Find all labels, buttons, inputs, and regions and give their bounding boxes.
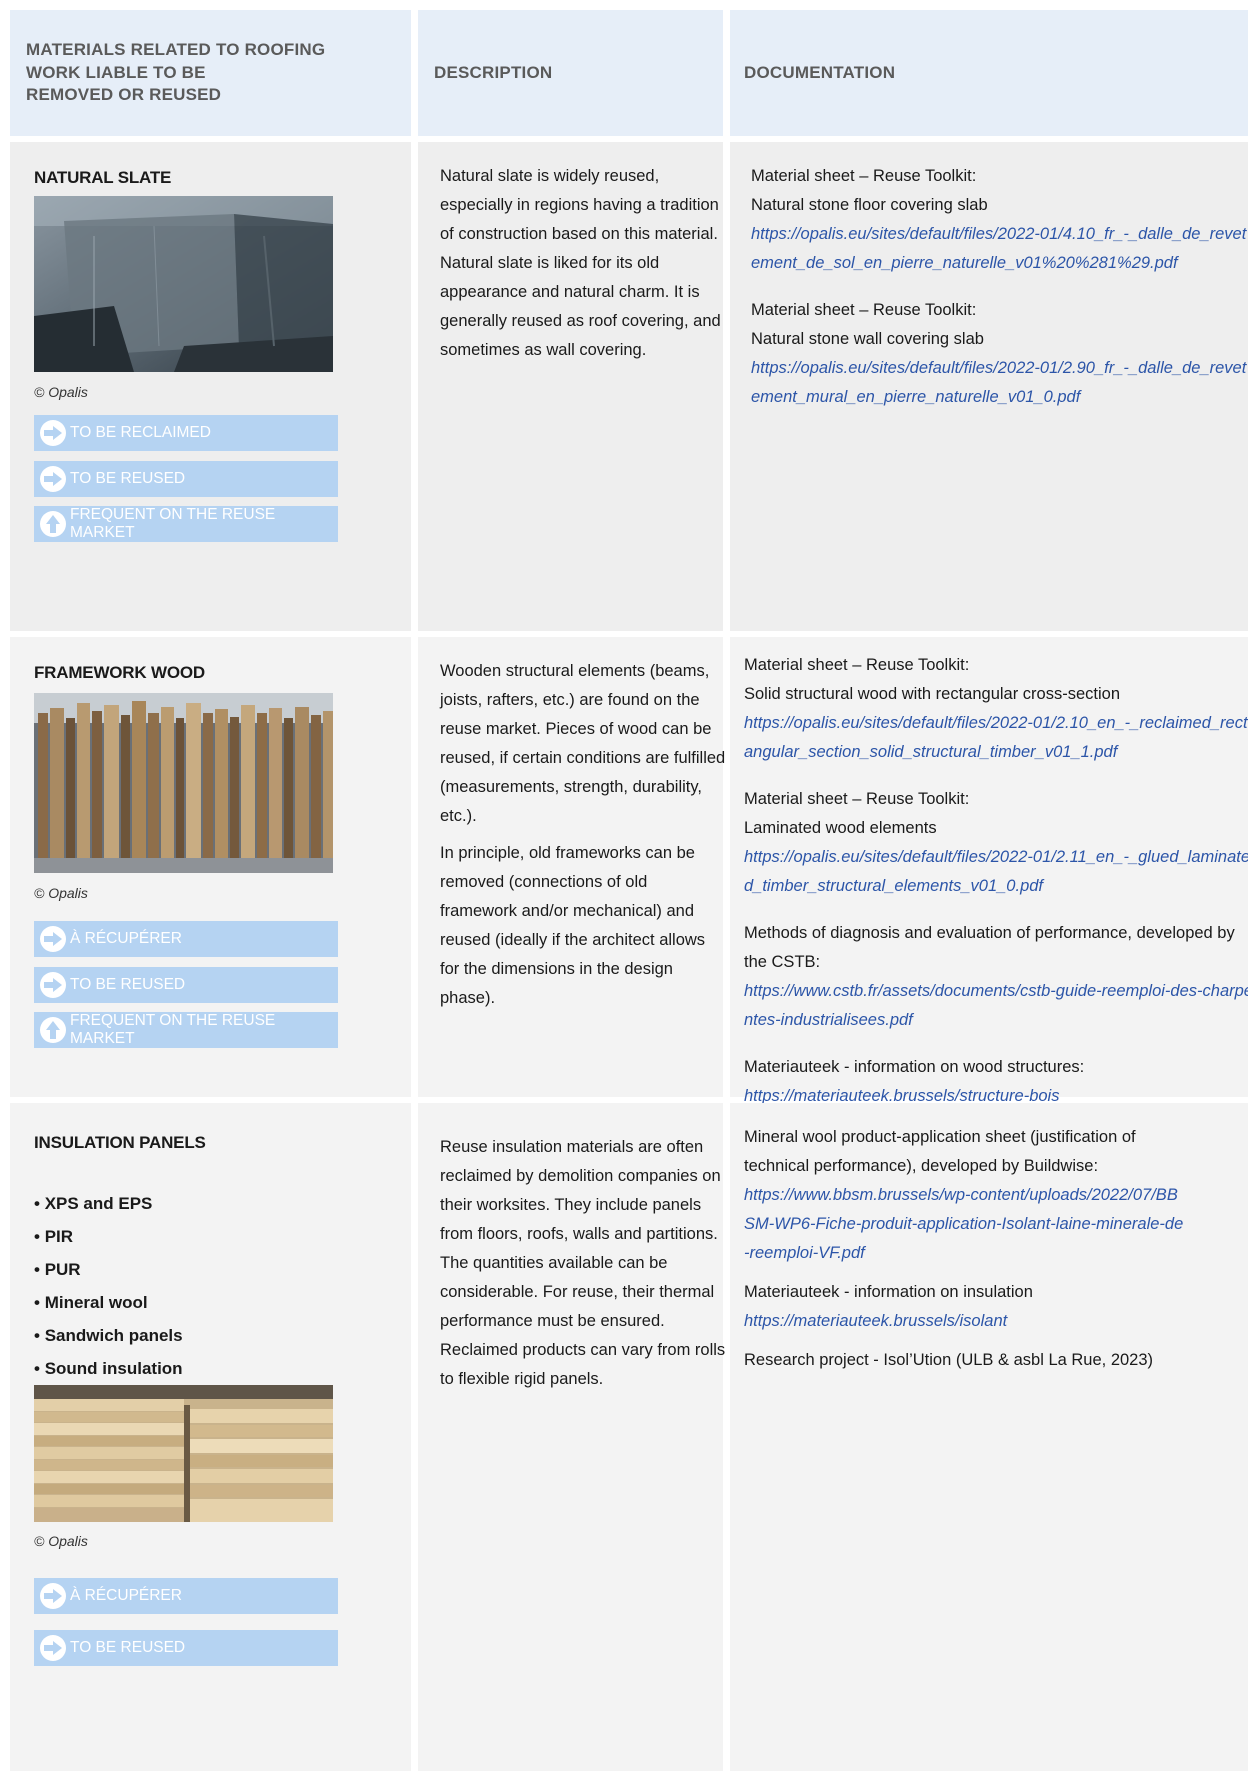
header-documentation: DOCUMENTATION <box>730 10 1248 136</box>
doc-text: Material sheet – Reuse Toolkit: <box>751 301 977 319</box>
documentation-list: Material sheet – Reuse Toolkit: Solid st… <box>744 651 1248 1129</box>
list-item: Sandwich panels <box>34 1319 183 1352</box>
badge-label: À RÉCUPÉRER <box>70 930 182 947</box>
list-item: XPS and EPS <box>34 1187 183 1220</box>
doc-link[interactable]: https://opalis.eu/sites/default/files/20… <box>744 709 1248 767</box>
list-item: PIR <box>34 1220 183 1253</box>
doc-entry: Research project - Isol’Ution (ULB & asb… <box>744 1346 1184 1375</box>
doc-text: Solid structural wood with rectangular c… <box>744 685 1120 703</box>
insulation-types-list: XPS and EPS PIR PUR Mineral wool Sandwic… <box>34 1187 183 1385</box>
doc-link[interactable]: https://opalis.eu/sites/default/files/20… <box>744 843 1248 901</box>
badge-label: FREQUENT ON THE REUSE MARKET <box>70 506 276 541</box>
badge-a-recuperer: À RÉCUPÉRER <box>34 1578 338 1614</box>
badge-to-be-reused: TO BE REUSED <box>34 461 338 497</box>
doc-link[interactable]: https://www.bbsm.brussels/wp-content/upl… <box>744 1181 1184 1268</box>
badge-label: FREQUENT ON THE REUSE MARKET <box>70 1012 276 1047</box>
photo-credit: © Opalis <box>34 384 88 400</box>
doc-text: Laminated wood elements <box>744 819 937 837</box>
material-title: FRAMEWORK WOOD <box>34 663 205 682</box>
description-cell-insulation-panels: Reuse insulation materials are often rec… <box>418 1103 726 1771</box>
arrow-right-icon <box>40 1583 66 1609</box>
doc-text: Material sheet – Reuse Toolkit: <box>744 790 970 808</box>
doc-text: Mineral wool product-application sheet (… <box>744 1128 1136 1175</box>
list-item: Sound insulation <box>34 1352 183 1385</box>
header-line: MATERIALS RELATED TO ROOFING <box>26 39 326 59</box>
doc-entry: Material sheet – Reuse Toolkit: Solid st… <box>744 651 1248 767</box>
material-cell-natural-slate: NATURAL SLATE © Opalis TO BE RECLAIMED T… <box>10 142 411 631</box>
doc-entry: Material sheet – Reuse Toolkit: Laminate… <box>744 785 1248 901</box>
header-line: REMOVED OR REUSED <box>26 85 222 105</box>
doc-entry: Material sheet – Reuse Toolkit: Natural … <box>751 162 1248 278</box>
header-description: DESCRIPTION <box>418 10 723 136</box>
material-title: NATURAL SLATE <box>34 168 172 187</box>
doc-entry: Methods of diagnosis and evaluation of p… <box>744 919 1248 1035</box>
badge-label: À RÉCUPÉRER <box>70 1587 182 1604</box>
badge-label: TO BE REUSED <box>70 976 186 993</box>
arrow-up-icon <box>40 511 66 537</box>
arrow-right-icon <box>40 1635 66 1661</box>
list-item: PUR <box>34 1253 183 1286</box>
badge-frequent-on-market: FREQUENT ON THE REUSE MARKET <box>34 1012 338 1048</box>
doc-link[interactable]: https://opalis.eu/sites/default/files/20… <box>751 354 1248 412</box>
framework-wood-photo <box>34 693 333 873</box>
list-item: Mineral wool <box>34 1286 183 1319</box>
doc-link[interactable]: https://www.cstb.fr/assets/documents/cst… <box>744 977 1248 1035</box>
description-text: Reuse insulation materials are often rec… <box>440 1133 726 1402</box>
badge-label: TO BE REUSED <box>70 470 186 487</box>
doc-text: Material sheet – Reuse Toolkit: <box>751 167 977 185</box>
badge-a-recuperer: À RÉCUPÉRER <box>34 921 338 957</box>
badge-to-be-reclaimed: TO BE RECLAIMED <box>34 415 338 451</box>
badge-label: TO BE RECLAIMED <box>70 424 211 441</box>
photo-credit: © Opalis <box>34 885 88 901</box>
doc-entry: Materiauteek - information on insulation… <box>744 1278 1184 1336</box>
doc-entry: Material sheet – Reuse Toolkit: Natural … <box>751 296 1248 412</box>
description-paragraph: Wooden structural elements (beams, joist… <box>440 662 726 825</box>
doc-link[interactable]: https://opalis.eu/sites/default/files/20… <box>751 220 1248 278</box>
insulation-panels-photo <box>34 1385 333 1522</box>
arrow-right-icon <box>40 420 66 446</box>
documentation-cell-framework-wood: Material sheet – Reuse Toolkit: Solid st… <box>730 637 1248 1105</box>
documentation-cell-insulation-panels: Mineral wool product-application sheet (… <box>730 1103 1248 1771</box>
material-title: INSULATION PANELS <box>34 1133 206 1152</box>
doc-text: Methods of diagnosis and evaluation of p… <box>744 924 1235 971</box>
description-cell-natural-slate: Natural slate is widely reused, especial… <box>418 142 723 631</box>
documentation-list: Material sheet – Reuse Toolkit: Natural … <box>751 162 1248 430</box>
natural-slate-photo <box>34 196 333 372</box>
arrow-right-icon <box>40 926 66 952</box>
materials-table: MATERIALS RELATED TO ROOFING WORK LIABLE… <box>10 10 1248 1771</box>
doc-text: Materiauteek - information on insulation <box>744 1283 1033 1301</box>
doc-text: Natural stone floor covering slab <box>751 196 988 214</box>
doc-text: Natural stone wall covering slab <box>751 330 984 348</box>
description-text: Wooden structural elements (beams, joist… <box>440 657 726 1021</box>
header-materials: MATERIALS RELATED TO ROOFING WORK LIABLE… <box>10 10 411 136</box>
description-paragraph: In principle, old frameworks can be remo… <box>440 844 706 1007</box>
doc-text: Research project - Isol’Ution (ULB & asb… <box>744 1351 1154 1369</box>
doc-entry: Mineral wool product-application sheet (… <box>744 1123 1184 1268</box>
photo-credit: © Opalis <box>34 1533 88 1549</box>
description-paragraph: Reuse insulation materials are often rec… <box>440 1138 726 1388</box>
description-text: Natural slate is widely reused, especial… <box>440 162 726 373</box>
arrow-up-icon <box>40 1017 66 1043</box>
doc-text: Materiauteek - information on wood struc… <box>744 1058 1085 1076</box>
doc-link[interactable]: https://materiauteek.brussels/isolant <box>744 1307 1184 1336</box>
doc-text: Material sheet – Reuse Toolkit: <box>744 656 970 674</box>
material-cell-insulation-panels: INSULATION PANELS XPS and EPS PIR PUR Mi… <box>10 1103 411 1771</box>
material-cell-framework-wood: FRAMEWORK WOOD © Opalis À RÉCUPÉRER TO B… <box>10 637 411 1097</box>
badge-to-be-reused: TO BE REUSED <box>34 1630 338 1666</box>
description-cell-framework-wood: Wooden structural elements (beams, joist… <box>418 637 726 1097</box>
badge-label: TO BE REUSED <box>70 1639 186 1656</box>
documentation-list: Mineral wool product-application sheet (… <box>744 1123 1184 1393</box>
header-line: WORK LIABLE TO BE <box>26 62 206 82</box>
badge-frequent-on-market: FREQUENT ON THE REUSE MARKET <box>34 506 338 542</box>
arrow-right-icon <box>40 466 66 492</box>
badge-to-be-reused: TO BE REUSED <box>34 967 338 1003</box>
arrow-right-icon <box>40 972 66 998</box>
description-paragraph: Natural slate is widely reused, especial… <box>440 167 721 359</box>
documentation-cell-natural-slate: Material sheet – Reuse Toolkit: Natural … <box>730 142 1248 631</box>
